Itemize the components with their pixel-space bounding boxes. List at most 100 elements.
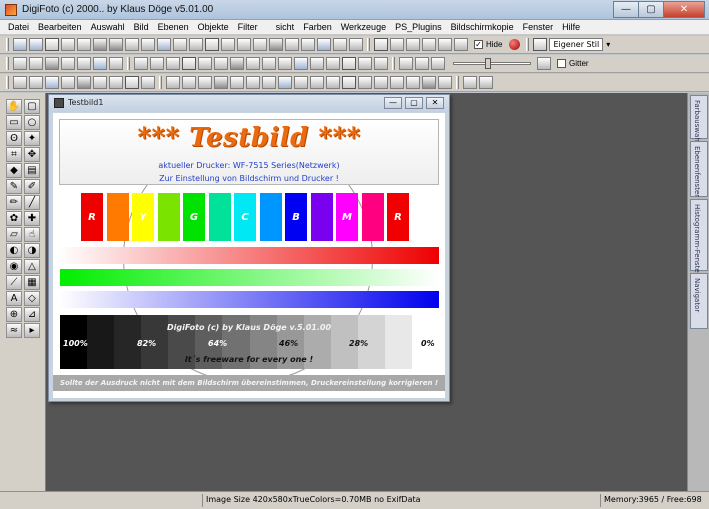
minimize-button[interactable]: — <box>613 1 639 18</box>
measure-icon[interactable] <box>230 76 244 89</box>
menu-sicht[interactable]: sicht <box>276 22 295 32</box>
star-icon[interactable] <box>294 57 308 70</box>
document-close-button[interactable]: ✕ <box>426 97 444 109</box>
opacity-slider[interactable] <box>453 57 531 70</box>
text-tool-icon[interactable] <box>317 38 331 51</box>
flip-icon[interactable] <box>205 38 219 51</box>
grid-icon[interactable] <box>45 38 59 51</box>
pattern-tool-icon[interactable]: ▦ <box>24 275 40 290</box>
magic-wand-icon[interactable]: ✦ <box>24 131 40 146</box>
airbrush-tool-icon[interactable]: ✐ <box>24 179 40 194</box>
pointer-tool-icon[interactable]: ▢ <box>24 99 40 114</box>
menu-bild[interactable]: Bild <box>134 22 149 32</box>
layer-icon[interactable] <box>333 38 347 51</box>
line-icon[interactable] <box>93 57 107 70</box>
open-file-icon[interactable] <box>29 38 43 51</box>
rotate-icon[interactable] <box>141 38 155 51</box>
tab-histogramm[interactable]: Histogramm-Fenster <box>690 199 708 276</box>
measure-tool-icon[interactable]: ⊿ <box>24 307 40 322</box>
menu-filter[interactable]: Filter <box>238 22 258 32</box>
ungroup-icon[interactable] <box>214 57 228 70</box>
ellipse-select-icon[interactable]: ○ <box>24 115 40 130</box>
ruler-icon[interactable] <box>246 76 260 89</box>
tab-farbauswahl[interactable]: Farbauswahl <box>690 95 708 144</box>
zoom-tool-icon[interactable]: ⊕ <box>6 307 22 322</box>
lasso-icon[interactable] <box>29 57 43 70</box>
guide-icon[interactable] <box>262 76 276 89</box>
paste-icon[interactable] <box>77 38 91 51</box>
image-canvas[interactable]: *** Testbild *** aktueller Drucker: WF-7… <box>53 113 445 398</box>
ellipse-icon[interactable] <box>342 57 356 70</box>
redeye-tool-icon[interactable]: ◉ <box>6 259 22 274</box>
burn-tool-icon[interactable]: ◑ <box>24 243 40 258</box>
toolbar-grip[interactable] <box>159 76 162 89</box>
window-icon[interactable] <box>454 38 468 51</box>
menu-bildschirmkopie[interactable]: Bildschirmkopie <box>451 22 514 32</box>
toolbar-grip[interactable] <box>6 38 9 51</box>
outline-icon[interactable] <box>109 76 123 89</box>
eraser-icon[interactable] <box>61 57 75 70</box>
style-dropdown-icon[interactable]: ▾ <box>606 40 610 49</box>
menu-datei[interactable]: Datei <box>8 22 29 32</box>
redo-icon[interactable] <box>109 38 123 51</box>
effects-icon[interactable] <box>438 76 452 89</box>
toolbar-grip[interactable] <box>456 76 459 89</box>
brush-icon[interactable] <box>399 57 413 70</box>
toolbar-grip[interactable] <box>6 76 9 89</box>
shadow-icon[interactable] <box>77 76 91 89</box>
curve-icon[interactable] <box>390 76 404 89</box>
extra-tool-icon[interactable]: ▸ <box>24 323 40 338</box>
transparency-icon[interactable] <box>125 76 139 89</box>
select-icon[interactable] <box>13 57 27 70</box>
frame-icon[interactable] <box>221 38 235 51</box>
menu-werkzeuge[interactable]: Werkzeuge <box>341 22 386 32</box>
gradient-icon[interactable] <box>93 76 107 89</box>
dodge-tool-icon[interactable]: ◐ <box>6 243 22 258</box>
group-icon[interactable] <box>198 57 212 70</box>
rect-icon[interactable] <box>358 57 372 70</box>
crop-icon[interactable] <box>125 38 139 51</box>
brightness-icon[interactable] <box>237 38 251 51</box>
export-icon[interactable] <box>479 76 493 89</box>
merge-icon[interactable] <box>342 76 356 89</box>
copy-icon[interactable] <box>61 38 75 51</box>
node-icon[interactable] <box>406 76 420 89</box>
tab-navigator[interactable]: Navigator <box>690 273 708 329</box>
pan-icon[interactable] <box>182 76 196 89</box>
mirror-icon[interactable] <box>189 38 203 51</box>
pencil-tool-icon[interactable]: ✏ <box>6 195 22 210</box>
window-icon[interactable] <box>406 38 420 51</box>
record-icon[interactable] <box>509 39 521 50</box>
rect-select-icon[interactable]: ▭ <box>6 115 22 130</box>
align-center-icon[interactable] <box>150 57 164 70</box>
toolbar-grip[interactable] <box>127 57 130 70</box>
undo-icon[interactable] <box>93 38 107 51</box>
arrow-icon[interactable] <box>109 57 123 70</box>
zoom-icon[interactable] <box>157 38 171 51</box>
lasso-tool-icon[interactable]: ʘ <box>6 131 22 146</box>
contrast-icon[interactable] <box>253 38 267 51</box>
split-icon[interactable] <box>358 76 372 89</box>
text-tool-icon[interactable]: A <box>6 291 22 306</box>
crop-tool-icon[interactable]: ⌗ <box>6 147 22 162</box>
mirror-h-icon[interactable] <box>45 76 59 89</box>
brush-tool-icon[interactable]: ✎ <box>6 179 22 194</box>
gradient-tool-icon[interactable]: ▤ <box>24 163 40 178</box>
menu-ps-plugins[interactable]: PS_Plugins <box>395 22 442 32</box>
window-icon[interactable] <box>438 38 452 51</box>
magnify-icon[interactable] <box>198 76 212 89</box>
heal-tool-icon[interactable]: ✚ <box>24 211 40 226</box>
menu-hilfe[interactable]: Hilfe <box>562 22 580 32</box>
polygon-icon[interactable] <box>374 57 388 70</box>
shape-icon[interactable] <box>77 57 91 70</box>
line-tool-icon[interactable]: ╱ <box>24 195 40 210</box>
align-left-icon[interactable] <box>134 57 148 70</box>
fill-tool-icon[interactable]: ◆ <box>6 163 22 178</box>
document-minimize-button[interactable]: — <box>384 97 402 109</box>
heart-icon[interactable] <box>310 57 324 70</box>
clone-tool-icon[interactable]: ✿ <box>6 211 22 226</box>
style-icon[interactable] <box>533 38 548 51</box>
menu-objekte[interactable]: Objekte <box>198 22 229 32</box>
sharpen-tool-icon[interactable]: △ <box>24 259 40 274</box>
lock-icon[interactable] <box>294 76 308 89</box>
